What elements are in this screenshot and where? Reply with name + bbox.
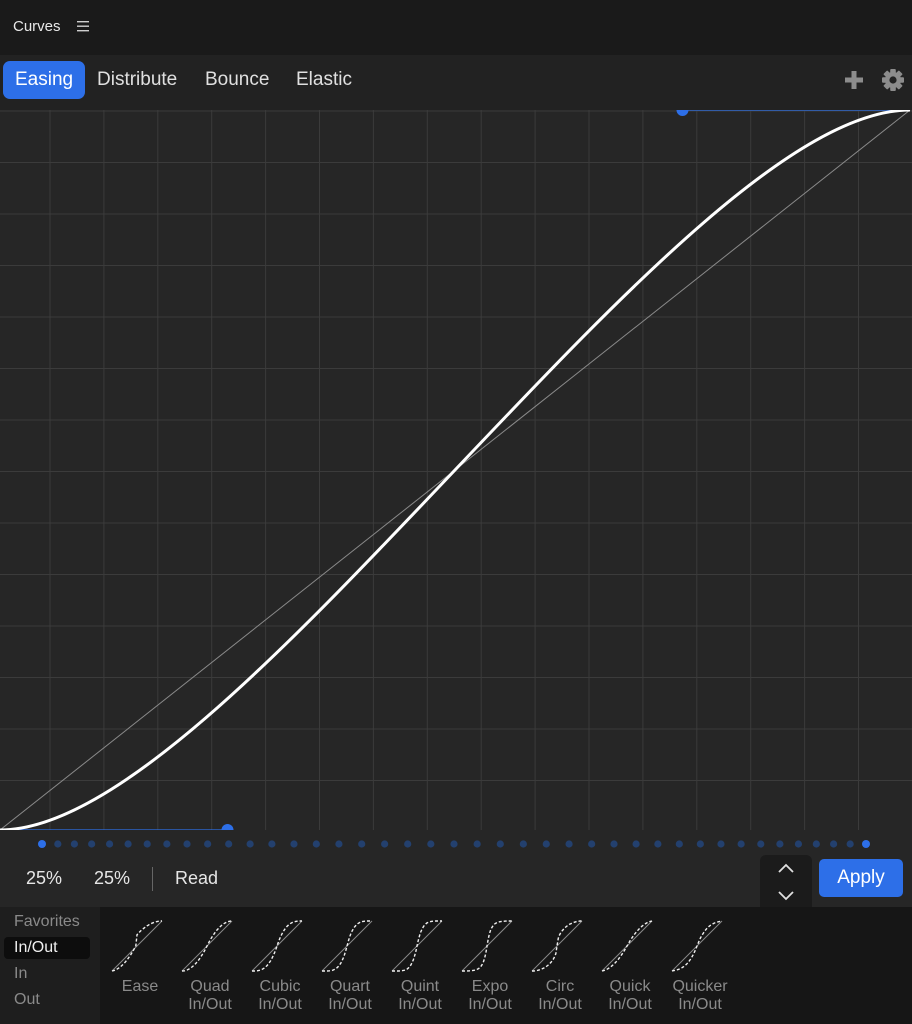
timing-dot [358, 840, 366, 848]
preset-label: Expo In/Out [468, 978, 512, 1013]
tab-bar: Easing Distribute Bounce Elastic [0, 55, 912, 110]
timing-dot [610, 840, 618, 848]
timing-dot [632, 840, 640, 848]
preset-quick-thumb [601, 920, 653, 972]
timing-dot [776, 840, 784, 848]
timing-dot [427, 840, 435, 848]
preset-label: Quick In/Out [608, 978, 652, 1013]
timing-dot [757, 840, 765, 848]
sidebar-item-favorites[interactable]: Favorites [4, 911, 90, 933]
timing-dot [88, 840, 96, 848]
timing-dot [862, 840, 870, 848]
timing-dot [404, 840, 412, 848]
divider [152, 867, 153, 891]
plus-icon[interactable] [843, 69, 865, 91]
timing-dot [519, 840, 527, 848]
timing-dot [38, 840, 46, 848]
timing-dot [812, 840, 820, 848]
stepper [760, 855, 812, 909]
preset-ease-thumb [111, 920, 163, 972]
title-bar: Curves [0, 0, 912, 55]
timing-dot [717, 840, 725, 848]
tab-distribute[interactable]: Distribute [85, 61, 189, 99]
timing-dot [312, 840, 320, 848]
timing-dot [163, 840, 171, 848]
preset-expo-in-out[interactable]: Expo In/Out [450, 907, 520, 1024]
preset-label: Quad In/Out [188, 978, 232, 1013]
sidebar-item-in-out[interactable]: In/Out [4, 937, 90, 959]
timing-dot [246, 840, 254, 848]
app-title: Curves [13, 18, 61, 35]
preset-label: Quicker In/Out [672, 978, 728, 1013]
gear-icon[interactable] [880, 67, 906, 93]
preset-quicker-thumb [671, 920, 723, 972]
timing-dot [225, 840, 233, 848]
value-bar: 25% 25% Read Apply [0, 855, 912, 909]
preset-quint-thumb [391, 920, 443, 972]
timing-dot [105, 840, 114, 848]
preset-gallery: Ease Quad In/Out Cubic In/Out Quart In/Out … [100, 907, 912, 1024]
preset-ease[interactable]: Ease [100, 907, 170, 1024]
timing-dot [588, 840, 596, 848]
timing-dot [654, 840, 662, 848]
timing-dot [496, 840, 504, 848]
preset-label: Cubic In/Out [258, 978, 302, 1013]
timing-dot [565, 840, 573, 848]
chevron-down-icon[interactable] [774, 885, 798, 905]
preset-cubic-thumb [251, 920, 303, 972]
tab-bounce[interactable]: Bounce [193, 61, 281, 99]
curve-graph[interactable] [0, 110, 912, 830]
timing-dots [38, 840, 870, 848]
sidebar-item-in[interactable]: In [4, 963, 90, 985]
timing-dot [268, 840, 276, 848]
preset-label: Ease [121, 978, 159, 995]
timing-dot [381, 840, 389, 848]
timing-dot [54, 840, 62, 848]
preset-quart-thumb [321, 920, 373, 972]
timing-dot [290, 840, 298, 848]
timing-dot [542, 840, 550, 848]
timing-dot [183, 840, 191, 848]
preset-quick-in-out[interactable]: Quick In/Out [590, 907, 660, 1024]
category-sidebar: Favorites In/Out In Out [0, 907, 100, 1024]
timing-dot [794, 840, 803, 848]
preset-quart-in-out[interactable]: Quart In/Out [310, 907, 380, 1024]
timing-dot [830, 840, 838, 848]
preset-quint-in-out[interactable]: Quint In/Out [380, 907, 450, 1024]
timing-dot [846, 840, 854, 848]
sidebar-item-out[interactable]: Out [4, 989, 90, 1011]
timing-dot [450, 840, 458, 848]
preset-quad-thumb [181, 920, 233, 972]
timing-dot [335, 840, 343, 848]
apply-button[interactable]: Apply [819, 859, 903, 897]
timing-dot [204, 840, 212, 848]
value-1[interactable]: 25% [26, 868, 62, 889]
preset-quicker-in-out[interactable]: Quicker In/Out [660, 907, 730, 1024]
tab-elastic[interactable]: Elastic [284, 61, 364, 99]
read-button[interactable]: Read [175, 868, 218, 889]
chevron-up-icon[interactable] [774, 859, 798, 879]
timing-dot [124, 840, 132, 848]
preset-expo-thumb [461, 920, 513, 972]
timing-dot [70, 840, 78, 848]
control-handle-end[interactable] [676, 110, 689, 116]
timing-dot [143, 840, 151, 848]
timing-dot [473, 840, 481, 848]
preset-label: Circ In/Out [538, 978, 582, 1013]
value-2[interactable]: 25% [94, 868, 130, 889]
timing-dot [737, 840, 745, 848]
preset-circ-in-out[interactable]: Circ In/Out [520, 907, 590, 1024]
preset-label: Quint In/Out [398, 978, 442, 1013]
preset-cubic-in-out[interactable]: Cubic In/Out [240, 907, 310, 1024]
timing-dot [696, 840, 704, 848]
tab-easing[interactable]: Easing [3, 61, 86, 99]
preset-quad-in-out[interactable]: Quad In/Out [170, 907, 240, 1024]
preset-circ-thumb [531, 920, 583, 972]
menu-icon[interactable] [76, 17, 90, 35]
timing-dot [675, 840, 683, 848]
preset-label: Quart In/Out [328, 978, 372, 1013]
